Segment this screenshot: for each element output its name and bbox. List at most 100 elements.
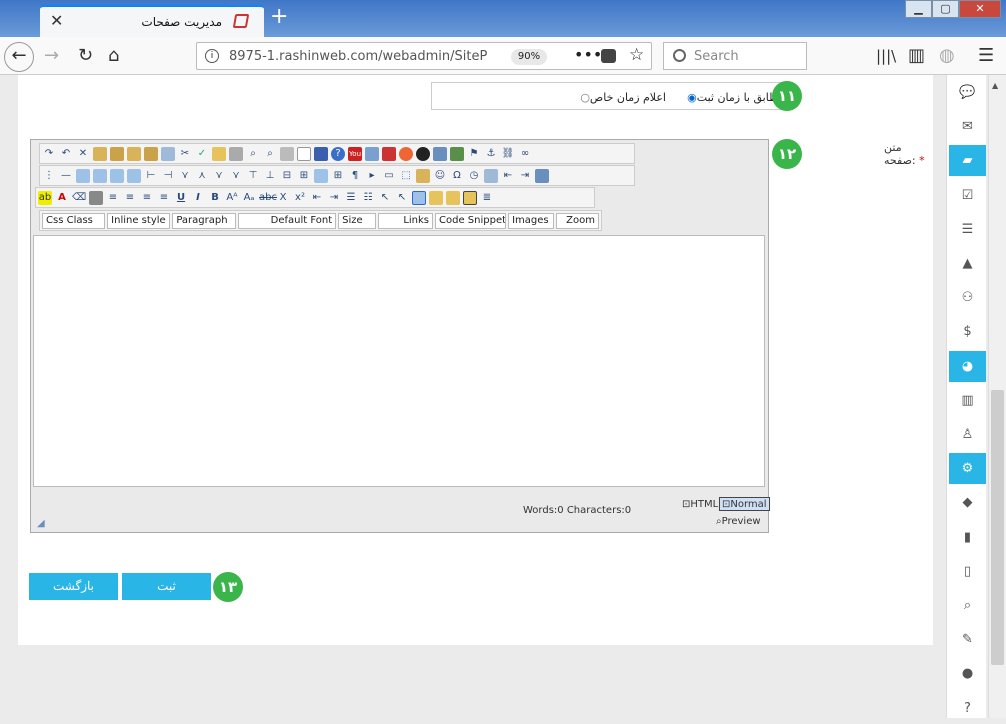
forward-button[interactable]: → bbox=[44, 46, 59, 66]
paste-icon[interactable] bbox=[93, 146, 107, 161]
split-cells-icon[interactable]: ⋏ bbox=[195, 169, 209, 183]
merge-right-icon[interactable]: ⋎ bbox=[212, 169, 226, 183]
globe-icon[interactable]: ◍ bbox=[939, 46, 955, 66]
menu-icon[interactable]: ☰ bbox=[978, 46, 994, 66]
pointer-icon[interactable]: ↖ bbox=[395, 191, 409, 205]
template-icon[interactable] bbox=[365, 146, 379, 161]
date-icon[interactable] bbox=[484, 168, 498, 183]
special-char-icon[interactable]: Ω bbox=[450, 169, 464, 183]
align-justify-icon[interactable]: ≡ bbox=[106, 191, 120, 205]
eraser-icon[interactable]: ⌫ bbox=[72, 191, 86, 205]
tags-icon[interactable]: ◆ bbox=[949, 487, 986, 518]
minimize-button[interactable]: ▁ bbox=[905, 0, 932, 18]
bullet-list-icon[interactable]: ☰ bbox=[344, 191, 358, 205]
page-actions-icon[interactable]: ••• bbox=[574, 45, 602, 64]
direction-icon[interactable]: ▸ bbox=[365, 169, 379, 183]
more-icon[interactable]: ≣ bbox=[480, 191, 494, 205]
delete-col-icon[interactable]: ⊞ bbox=[297, 169, 311, 183]
brush-icon[interactable] bbox=[416, 168, 430, 183]
zoom-badge[interactable]: 90% bbox=[511, 49, 547, 65]
save-icon[interactable] bbox=[314, 146, 328, 161]
radio-registration-time[interactable]: ◉مطابق با زمان ثبت bbox=[687, 91, 784, 104]
chat-icon[interactable]: 💬 bbox=[949, 77, 986, 108]
full-screen-icon[interactable] bbox=[463, 190, 477, 205]
library-icon[interactable]: |||\ bbox=[876, 46, 896, 66]
cut-icon[interactable]: ✂ bbox=[178, 147, 192, 161]
bookmark-star-icon[interactable]: ☆ bbox=[629, 45, 644, 65]
absolute-pos-icon[interactable]: ⬚ bbox=[399, 169, 413, 183]
numbered-list-icon[interactable]: ☷ bbox=[361, 191, 375, 205]
bookmark-icon[interactable]: ⚑ bbox=[467, 147, 481, 161]
sidebar-toggle-icon[interactable]: ▥ bbox=[908, 46, 925, 66]
resize-grip-icon[interactable]: ◢ bbox=[37, 518, 45, 529]
horizontal-rule-icon[interactable]: — bbox=[59, 169, 73, 183]
inline-style-dropdown[interactable]: Inline style bbox=[107, 212, 171, 229]
image-map-icon[interactable] bbox=[89, 190, 103, 205]
pocket-icon[interactable] bbox=[601, 49, 616, 63]
zoom-dropdown[interactable]: Zoom bbox=[555, 212, 599, 229]
insert-row-icon[interactable]: ⋮ bbox=[42, 169, 56, 183]
superscript-font-icon[interactable]: Aᴬ bbox=[225, 191, 239, 205]
paragraph-dropdown[interactable]: Paragraph bbox=[172, 212, 236, 229]
replace-icon[interactable]: ⌕ bbox=[263, 147, 277, 161]
bar-chart-icon[interactable]: ▥ bbox=[949, 385, 986, 416]
css-class-dropdown[interactable]: Css Class bbox=[42, 212, 106, 229]
user-tie-icon[interactable]: ♙ bbox=[949, 419, 986, 450]
print-preview-icon[interactable] bbox=[229, 146, 243, 161]
close-tab-icon[interactable]: ✕ bbox=[50, 11, 63, 30]
editor-content-area[interactable] bbox=[33, 235, 765, 487]
merge-down-icon[interactable]: ⋎ bbox=[229, 169, 243, 183]
underline-icon[interactable]: U bbox=[174, 191, 188, 205]
highlight-color-icon[interactable]: ab bbox=[38, 190, 52, 205]
spellcheck-icon[interactable]: ✓ bbox=[195, 147, 209, 161]
wrench-icon[interactable]: ✎ bbox=[949, 624, 986, 655]
find-icon[interactable]: ⌕ bbox=[246, 147, 260, 161]
new-tab-button[interactable]: + bbox=[270, 4, 288, 29]
address-bar[interactable]: i 8975-1.rashinweb.com/webadmin/SiteP 90… bbox=[196, 42, 652, 70]
insert-table-icon[interactable] bbox=[127, 168, 141, 183]
font-color-icon[interactable]: A bbox=[55, 191, 69, 205]
radio-custom-time[interactable]: ○اعلام زمان خاص bbox=[580, 91, 666, 104]
paste-format-icon[interactable] bbox=[446, 190, 460, 205]
table-props-icon[interactable] bbox=[93, 168, 107, 183]
align-center-icon[interactable]: ≡ bbox=[140, 191, 154, 205]
row-above-icon[interactable]: ⊤ bbox=[246, 169, 260, 183]
images-dropdown[interactable]: Images bbox=[508, 212, 554, 229]
book-icon[interactable]: ▮ bbox=[949, 522, 986, 553]
edit-image-icon[interactable] bbox=[433, 146, 447, 161]
youtube-icon[interactable]: You bbox=[348, 146, 362, 161]
cell-props-icon[interactable] bbox=[110, 168, 124, 183]
close-window-button[interactable]: ✕ bbox=[959, 0, 1001, 18]
redo-icon[interactable]: ↷ bbox=[42, 147, 56, 161]
pdf-icon[interactable] bbox=[382, 146, 396, 161]
gear-icon[interactable]: ⚙ bbox=[949, 453, 986, 485]
smiley-icon[interactable]: ☺ bbox=[433, 169, 447, 183]
dollar-icon[interactable]: $ bbox=[949, 316, 986, 347]
align-left-icon[interactable]: ≡ bbox=[157, 191, 171, 205]
back-button[interactable]: ← bbox=[4, 42, 34, 72]
subscript-icon[interactable]: X bbox=[276, 191, 290, 205]
copy-format-icon[interactable] bbox=[429, 190, 443, 205]
reload-button[interactable]: ↻ bbox=[78, 46, 93, 66]
code-snippet-dropdown[interactable]: Code Snippet bbox=[435, 212, 507, 229]
italic-icon[interactable]: I bbox=[191, 191, 205, 205]
pie-chart-icon[interactable]: ◕ bbox=[949, 350, 986, 382]
strikethrough-icon[interactable]: abc bbox=[259, 191, 277, 205]
check-square-icon[interactable]: ☑ bbox=[949, 180, 986, 211]
indent-icon[interactable]: ⇥ bbox=[327, 191, 341, 205]
help-icon[interactable]: ? bbox=[331, 146, 345, 161]
unlink-icon[interactable]: ⛓ bbox=[501, 147, 515, 161]
form-table-icon[interactable] bbox=[314, 168, 328, 183]
table-icon[interactable] bbox=[76, 168, 90, 183]
ltr-icon[interactable]: ⇥ bbox=[518, 169, 532, 183]
print-icon[interactable] bbox=[280, 146, 294, 161]
html-mode-tab[interactable]: ⊡HTML bbox=[682, 498, 718, 512]
subscript-font-icon[interactable]: Aₐ bbox=[242, 191, 256, 205]
scrollbar-thumb[interactable] bbox=[991, 390, 1004, 665]
zoom-icon[interactable]: ⌕ bbox=[949, 590, 986, 621]
vertical-scrollbar[interactable]: ▲ bbox=[988, 75, 1006, 718]
font-dropdown[interactable]: Default Font bbox=[237, 212, 337, 229]
folder-open-icon[interactable]: ▰ bbox=[949, 145, 986, 177]
outdent-icon[interactable]: ⇤ bbox=[310, 191, 324, 205]
layer-icon[interactable]: ▭ bbox=[382, 169, 396, 183]
